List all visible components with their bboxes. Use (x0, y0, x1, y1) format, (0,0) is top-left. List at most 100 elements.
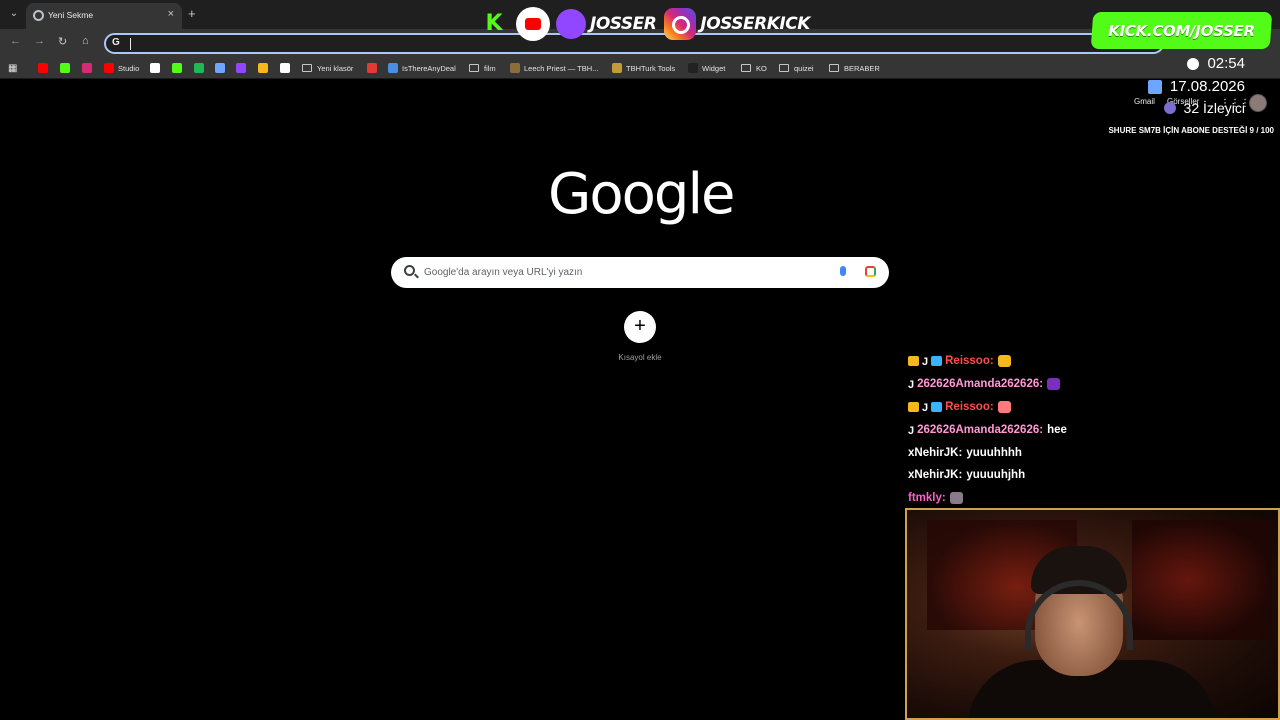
bookmark-item[interactable] (150, 62, 164, 74)
kick-banner-text: KICK.COM/JOSSER (1108, 22, 1255, 40)
bookmark-item[interactable]: film (469, 62, 496, 74)
twitch-handle: JOSSER (590, 14, 657, 34)
calendar-icon (1147, 79, 1162, 94)
tab-new-tab[interactable]: Yeni Sekme × (26, 3, 182, 29)
bookmark-item[interactable]: IsThereAnyDeal (388, 62, 456, 74)
bookmark-item[interactable] (172, 62, 186, 74)
bookmark-item[interactable] (367, 62, 381, 74)
chat-message: J Reissoo: (908, 396, 1268, 419)
folder-icon (469, 64, 479, 72)
forward-button[interactable]: → (34, 35, 45, 47)
tab-title: Yeni Sekme (48, 10, 94, 20)
chat-message: J Reissoo: (908, 350, 1268, 373)
crown-badge-icon (908, 356, 919, 367)
subscriber-goal: SHURE SM7B İÇİN ABONE DESTEĞİ 9 / 100 (1108, 126, 1274, 135)
bookmark-label: Yeni klasör (317, 63, 354, 73)
subscriber-badge-icon: J (922, 356, 929, 369)
bookmark-label: Widget (702, 63, 726, 73)
kick-handle: JOSSERKICK (700, 14, 810, 34)
clock-row: 02:54 (1187, 55, 1245, 72)
viewer-icon (1163, 102, 1176, 114)
kick-icon (60, 63, 70, 73)
date-text: 17.08.2026 (1169, 78, 1245, 95)
bookmark-item[interactable] (280, 62, 294, 74)
chat-username: xNehirJK: (908, 446, 963, 459)
bookmark-item[interactable] (60, 62, 74, 74)
bookmark-item[interactable]: Leech Priest — TBH... (510, 62, 598, 74)
microphone-icon[interactable] (840, 266, 846, 276)
webcam-feed (905, 508, 1280, 720)
widget-icon (688, 63, 698, 73)
bookmark-item[interactable] (194, 62, 208, 74)
back-button[interactable]: ← (10, 35, 21, 47)
folder-icon (302, 64, 312, 72)
reload-button[interactable]: ↻ (58, 35, 67, 48)
bookmark-label: IsThereAnyDeal (402, 63, 456, 73)
bookmark-label: quizei (794, 63, 814, 73)
emote-icon (997, 400, 1011, 413)
add-shortcut-label: Kısayol ekle (618, 353, 662, 362)
chat-message: J 262626Amanda262626: hee (908, 418, 1268, 441)
search-placeholder: Google'da arayın veya URL'yi yazın (424, 267, 583, 278)
youtube-icon (38, 63, 48, 73)
bookmark-item[interactable] (258, 62, 272, 74)
subscriber-badge-icon: J (908, 379, 915, 392)
google-apps-icon[interactable]: ⋮⋮⋮ (1220, 98, 1250, 109)
date-row: 17.08.2026 (1147, 78, 1245, 95)
gmail-link[interactable]: Gmail (1134, 97, 1155, 106)
diamond-icon (280, 63, 290, 73)
folder-icon (829, 64, 839, 72)
deal-icon (388, 63, 398, 73)
red-icon (367, 63, 377, 73)
clock-icon (1187, 57, 1200, 70)
add-shortcut-button[interactable]: + (624, 311, 656, 343)
chat-message: xNehirJK: yuuuhhhh (908, 441, 1268, 464)
bookmark-item[interactable]: BERABER (829, 62, 880, 74)
tbh-icon (510, 63, 520, 73)
chrome-icon (33, 10, 44, 21)
new-tab-button[interactable]: + (188, 6, 196, 21)
chat-text: hee (1047, 423, 1067, 436)
chat-username: xNehirJK: (908, 469, 963, 482)
avatar[interactable] (1249, 94, 1267, 112)
bookmark-label: Leech Priest — TBH... (524, 63, 599, 73)
bookmark-item[interactable] (236, 62, 250, 74)
spotify-icon (194, 63, 204, 73)
bookmarks-bar: ▦ Studio Yeni klasör IsThereAnyDeal film Lee… (0, 57, 1280, 79)
chat-text: yuuuhhhh (966, 446, 1022, 459)
subscriber-badge-icon: J (908, 424, 915, 437)
misc-icon (258, 63, 268, 73)
chat-username: ftmkly: (908, 492, 946, 505)
social-overlay: K JOSSER JOSSERKICK (480, 6, 810, 42)
apps-grid-icon[interactable]: ▦ (8, 62, 17, 74)
chat-message: ftmkly: (908, 487, 1268, 510)
folder-icon (741, 64, 751, 72)
bookmark-item[interactable] (215, 62, 229, 74)
search-icon (404, 265, 415, 276)
link-icon (215, 63, 225, 73)
bookmark-item[interactable]: Yeni klasör (302, 62, 353, 74)
wall-art-right (1132, 520, 1272, 640)
google-lens-icon[interactable] (865, 266, 876, 277)
clock-time: 02:54 (1207, 55, 1245, 72)
bookmark-item[interactable]: Studio (104, 62, 139, 74)
home-button[interactable]: ⌂ (82, 35, 89, 47)
bookmark-label: film (484, 63, 496, 73)
chat-text: yuuuuhjhh (966, 469, 1026, 482)
folder-icon (779, 64, 789, 72)
twitch-icon (556, 9, 586, 39)
bookmark-item[interactable] (82, 62, 96, 74)
bookmark-item[interactable] (38, 62, 52, 74)
tab-close-button[interactable]: × (168, 8, 174, 20)
bookmark-item[interactable]: KO (741, 62, 767, 74)
search-box[interactable]: Google'da arayın veya URL'yi yazın (391, 257, 889, 288)
subscriber-badge-icon: J (922, 401, 929, 414)
bookmark-item[interactable]: quizei (779, 62, 814, 74)
kick-icon: K (485, 11, 503, 36)
tab-search-button[interactable]: ⌄ (6, 6, 22, 22)
cube-badge-icon (931, 356, 943, 367)
google-logo: Google (548, 162, 735, 227)
bookmark-item[interactable]: TBHTurk Tools (612, 62, 675, 74)
bookmark-label: KO (756, 63, 767, 73)
bookmark-item[interactable]: Widget (688, 62, 725, 74)
